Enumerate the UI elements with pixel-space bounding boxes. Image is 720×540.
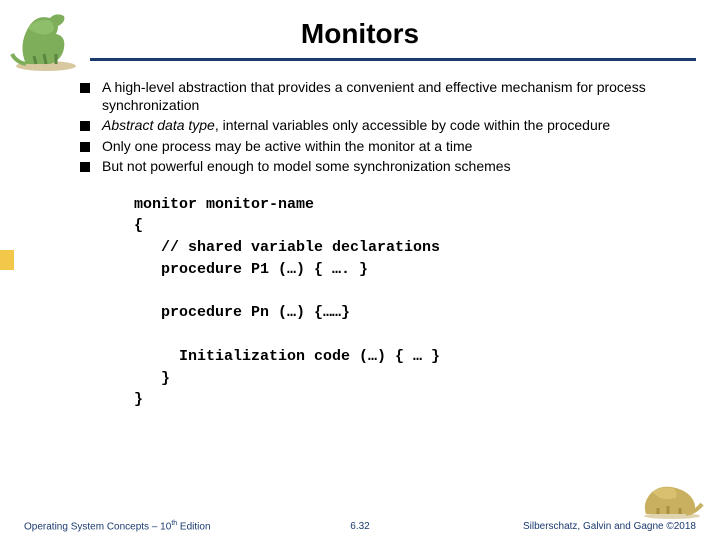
dinosaur-bottom-icon [638, 478, 706, 520]
slide-title: Monitors [0, 18, 720, 50]
bullet-text: But not powerful enough to model some sy… [102, 158, 511, 174]
bullet-text: Only one process may be active within th… [102, 138, 472, 154]
slide-footer: Operating System Concepts – 10th Edition… [0, 520, 720, 532]
title-underline [90, 58, 696, 61]
footer-page-number: 6.32 [350, 521, 369, 532]
bullet-item: Abstract data type, internal variables o… [80, 117, 680, 135]
bullet-item: But not powerful enough to model some sy… [80, 158, 680, 176]
footer-edition: Edition [177, 521, 210, 532]
slide-header: Monitors [0, 0, 720, 61]
footer-left: Operating System Concepts – 10th Edition [24, 520, 211, 532]
bullet-item: A high-level abstraction that provides a… [80, 79, 680, 114]
code-block: monitor monitor-name { // shared variabl… [134, 194, 680, 412]
dinosaur-top-icon [6, 6, 86, 74]
footer-book: Operating System Concepts – 10 [24, 521, 171, 532]
bullet-text: , internal variables only accessible by … [215, 117, 610, 133]
bullet-item: Only one process may be active within th… [80, 138, 680, 156]
accent-stripe [0, 250, 14, 270]
bullet-list: A high-level abstraction that provides a… [80, 79, 680, 176]
bullet-text: A high-level abstraction that provides a… [102, 79, 646, 113]
footer-copyright: Silberschatz, Galvin and Gagne ©2018 [523, 521, 696, 532]
slide-content: A high-level abstraction that provides a… [0, 61, 720, 411]
bullet-italic: Abstract data type [102, 117, 215, 133]
